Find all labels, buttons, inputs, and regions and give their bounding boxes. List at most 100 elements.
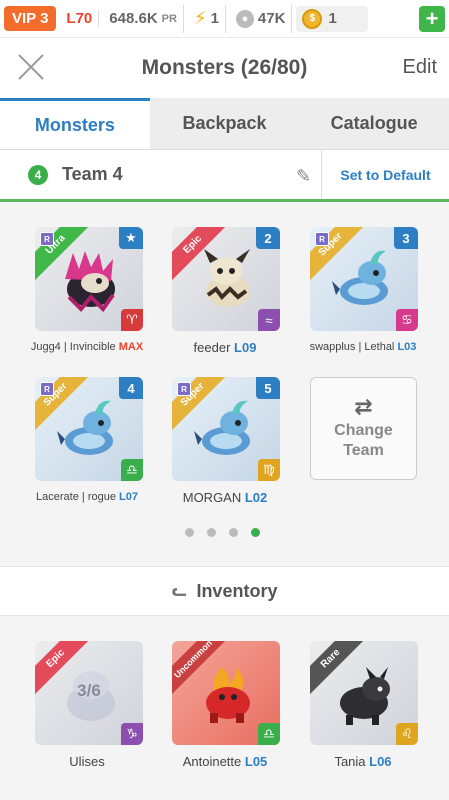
inventory-caption: Ulises bbox=[12, 754, 162, 769]
monster-image bbox=[340, 667, 390, 725]
power-value: 648.6K bbox=[109, 10, 158, 27]
tab-bar: Monsters Backpack Catalogue bbox=[0, 98, 449, 150]
monster-card[interactable]: Epic 2 ≈ bbox=[172, 227, 280, 331]
monster-level: L05 bbox=[244, 754, 268, 769]
aries-icon: ♈ bbox=[121, 309, 143, 331]
tab-catalogue[interactable]: Catalogue bbox=[299, 98, 449, 149]
vip-label: VIP 3 bbox=[12, 10, 49, 27]
caption-separator: | bbox=[60, 341, 70, 353]
monster-caption: feeder L09 bbox=[150, 340, 300, 355]
virgo-icon: ♍ bbox=[258, 459, 280, 481]
monster-trait: Lethal bbox=[364, 341, 395, 353]
close-icon[interactable] bbox=[16, 52, 46, 82]
coin-value: 1 bbox=[328, 10, 337, 27]
energy-counter[interactable]: ⚡ 1 bbox=[188, 4, 226, 33]
monster-level: L09 bbox=[234, 340, 257, 355]
monster-caption: Lacerate | rogue L07 bbox=[12, 491, 162, 503]
player-level: L70 bbox=[60, 10, 100, 27]
monster-image bbox=[57, 400, 113, 455]
monster-name: Antoinette bbox=[182, 754, 242, 769]
lightning-icon: ⚡ bbox=[193, 8, 207, 28]
inventory-card[interactable]: Rare ♌ bbox=[310, 641, 418, 745]
page-title: Monsters (26/80) bbox=[141, 56, 308, 79]
monster-image bbox=[65, 251, 115, 313]
pencil-icon[interactable]: ✎ bbox=[296, 166, 311, 187]
r-icon: R bbox=[40, 232, 54, 246]
page-dot[interactable] bbox=[229, 528, 238, 537]
monster-name: MORGAN bbox=[182, 490, 242, 505]
monster-name: Tania bbox=[334, 754, 366, 769]
coin-icon: $ bbox=[302, 8, 323, 29]
power-unit: PR bbox=[161, 12, 177, 25]
libra-icon: ♎ bbox=[258, 723, 280, 745]
monster-trait: Invincible bbox=[69, 341, 116, 353]
monster-caption: Jugg4 | Invincible MAX bbox=[12, 341, 162, 353]
team-slot-badge: 5 bbox=[256, 377, 280, 399]
team-slot-badge: 4 bbox=[119, 377, 143, 399]
monster-name: Jugg4 bbox=[30, 341, 61, 353]
set-default-button[interactable]: Set to Default bbox=[321, 150, 449, 199]
page-dot[interactable] bbox=[185, 528, 194, 537]
inventory-caption: Tania L06 bbox=[288, 754, 438, 769]
tab-backpack[interactable]: Backpack bbox=[150, 98, 300, 149]
status-bar: VIP 3 L70 648.6K PR ⚡ 1 ● 47K $ 1 + bbox=[0, 0, 449, 38]
paw-icon: ● bbox=[235, 9, 254, 28]
inventory-card[interactable]: Uncommon ♎ bbox=[172, 641, 280, 745]
monster-level: MAX bbox=[118, 341, 144, 353]
monster-trait: rogue bbox=[87, 491, 116, 503]
page-dot-active[interactable] bbox=[251, 528, 260, 537]
r-icon: R bbox=[315, 232, 329, 246]
team-slot-badge: 3 bbox=[394, 227, 418, 249]
monster-image bbox=[204, 249, 250, 307]
monster-name: feeder bbox=[193, 340, 231, 355]
team-number-badge: 4 bbox=[28, 164, 48, 185]
monster-card[interactable]: Ultra R ★ ♈ bbox=[35, 227, 143, 331]
power-rating: 648.6K PR bbox=[103, 4, 184, 33]
monster-level: L03 bbox=[397, 341, 417, 353]
libra-icon: ♎ bbox=[121, 459, 143, 481]
monster-level: L07 bbox=[119, 491, 138, 503]
monster-name: swapplus bbox=[309, 341, 356, 353]
change-team-label: Change bbox=[334, 421, 393, 439]
food-counter[interactable]: ● 47K bbox=[230, 4, 293, 33]
team-slot-badge: 2 bbox=[256, 227, 280, 249]
cat-icon: ᓚ bbox=[171, 583, 187, 600]
tab-monsters[interactable]: Monsters bbox=[0, 98, 150, 149]
monster-image bbox=[194, 400, 250, 455]
page-dot[interactable] bbox=[207, 528, 216, 537]
aquarius-icon: ≈ bbox=[258, 309, 280, 331]
caption-separator: | bbox=[78, 491, 88, 503]
monster-name: Lacerate bbox=[36, 491, 79, 503]
shard-progress: 3/6 bbox=[77, 681, 101, 700]
monster-card[interactable]: Super R 4 ♎ bbox=[35, 377, 143, 481]
vip-badge[interactable]: VIP 3 bbox=[4, 6, 57, 31]
add-currency-button[interactable]: + bbox=[419, 5, 445, 32]
swap-arrows-icon: ⇄ bbox=[354, 393, 373, 419]
monster-caption: swapplus | Lethal L03 bbox=[288, 341, 438, 353]
inventory-caption: Antoinette L05 bbox=[150, 754, 300, 769]
star-badge: ★ bbox=[119, 227, 143, 249]
change-team-button[interactable]: ⇄ Change Team bbox=[310, 377, 417, 480]
inventory-title: Inventory bbox=[196, 580, 278, 601]
team-bar: 4 Team 4 ✎ Set to Default bbox=[0, 150, 449, 202]
monster-image bbox=[206, 667, 250, 723]
change-team-label: Team bbox=[343, 441, 384, 459]
monster-caption: MORGAN L02 bbox=[150, 490, 300, 505]
monster-card[interactable]: Super R 3 ♋ bbox=[310, 227, 418, 331]
team-name[interactable]: Team 4 bbox=[62, 164, 123, 185]
edit-button[interactable]: Edit bbox=[403, 56, 437, 79]
monster-name: Ulises bbox=[69, 754, 105, 769]
capricorn-icon: ♑ bbox=[121, 723, 143, 745]
coin-counter[interactable]: $ 1 bbox=[296, 5, 369, 32]
energy-value: 1 bbox=[210, 10, 219, 27]
inventory-card[interactable]: 3/6 Epic ♑ bbox=[35, 641, 143, 745]
monster-card[interactable]: Super R 5 ♍ bbox=[172, 377, 280, 481]
food-value: 47K bbox=[257, 10, 286, 27]
leo-icon: ♌ bbox=[396, 723, 418, 745]
page-indicator bbox=[185, 528, 260, 537]
page-header: Monsters (26/80) Edit bbox=[0, 38, 449, 98]
cancer-icon: ♋ bbox=[396, 309, 418, 331]
r-icon: R bbox=[40, 382, 54, 396]
inventory-header: ᓚ Inventory bbox=[0, 566, 449, 616]
r-icon: R bbox=[177, 382, 191, 396]
